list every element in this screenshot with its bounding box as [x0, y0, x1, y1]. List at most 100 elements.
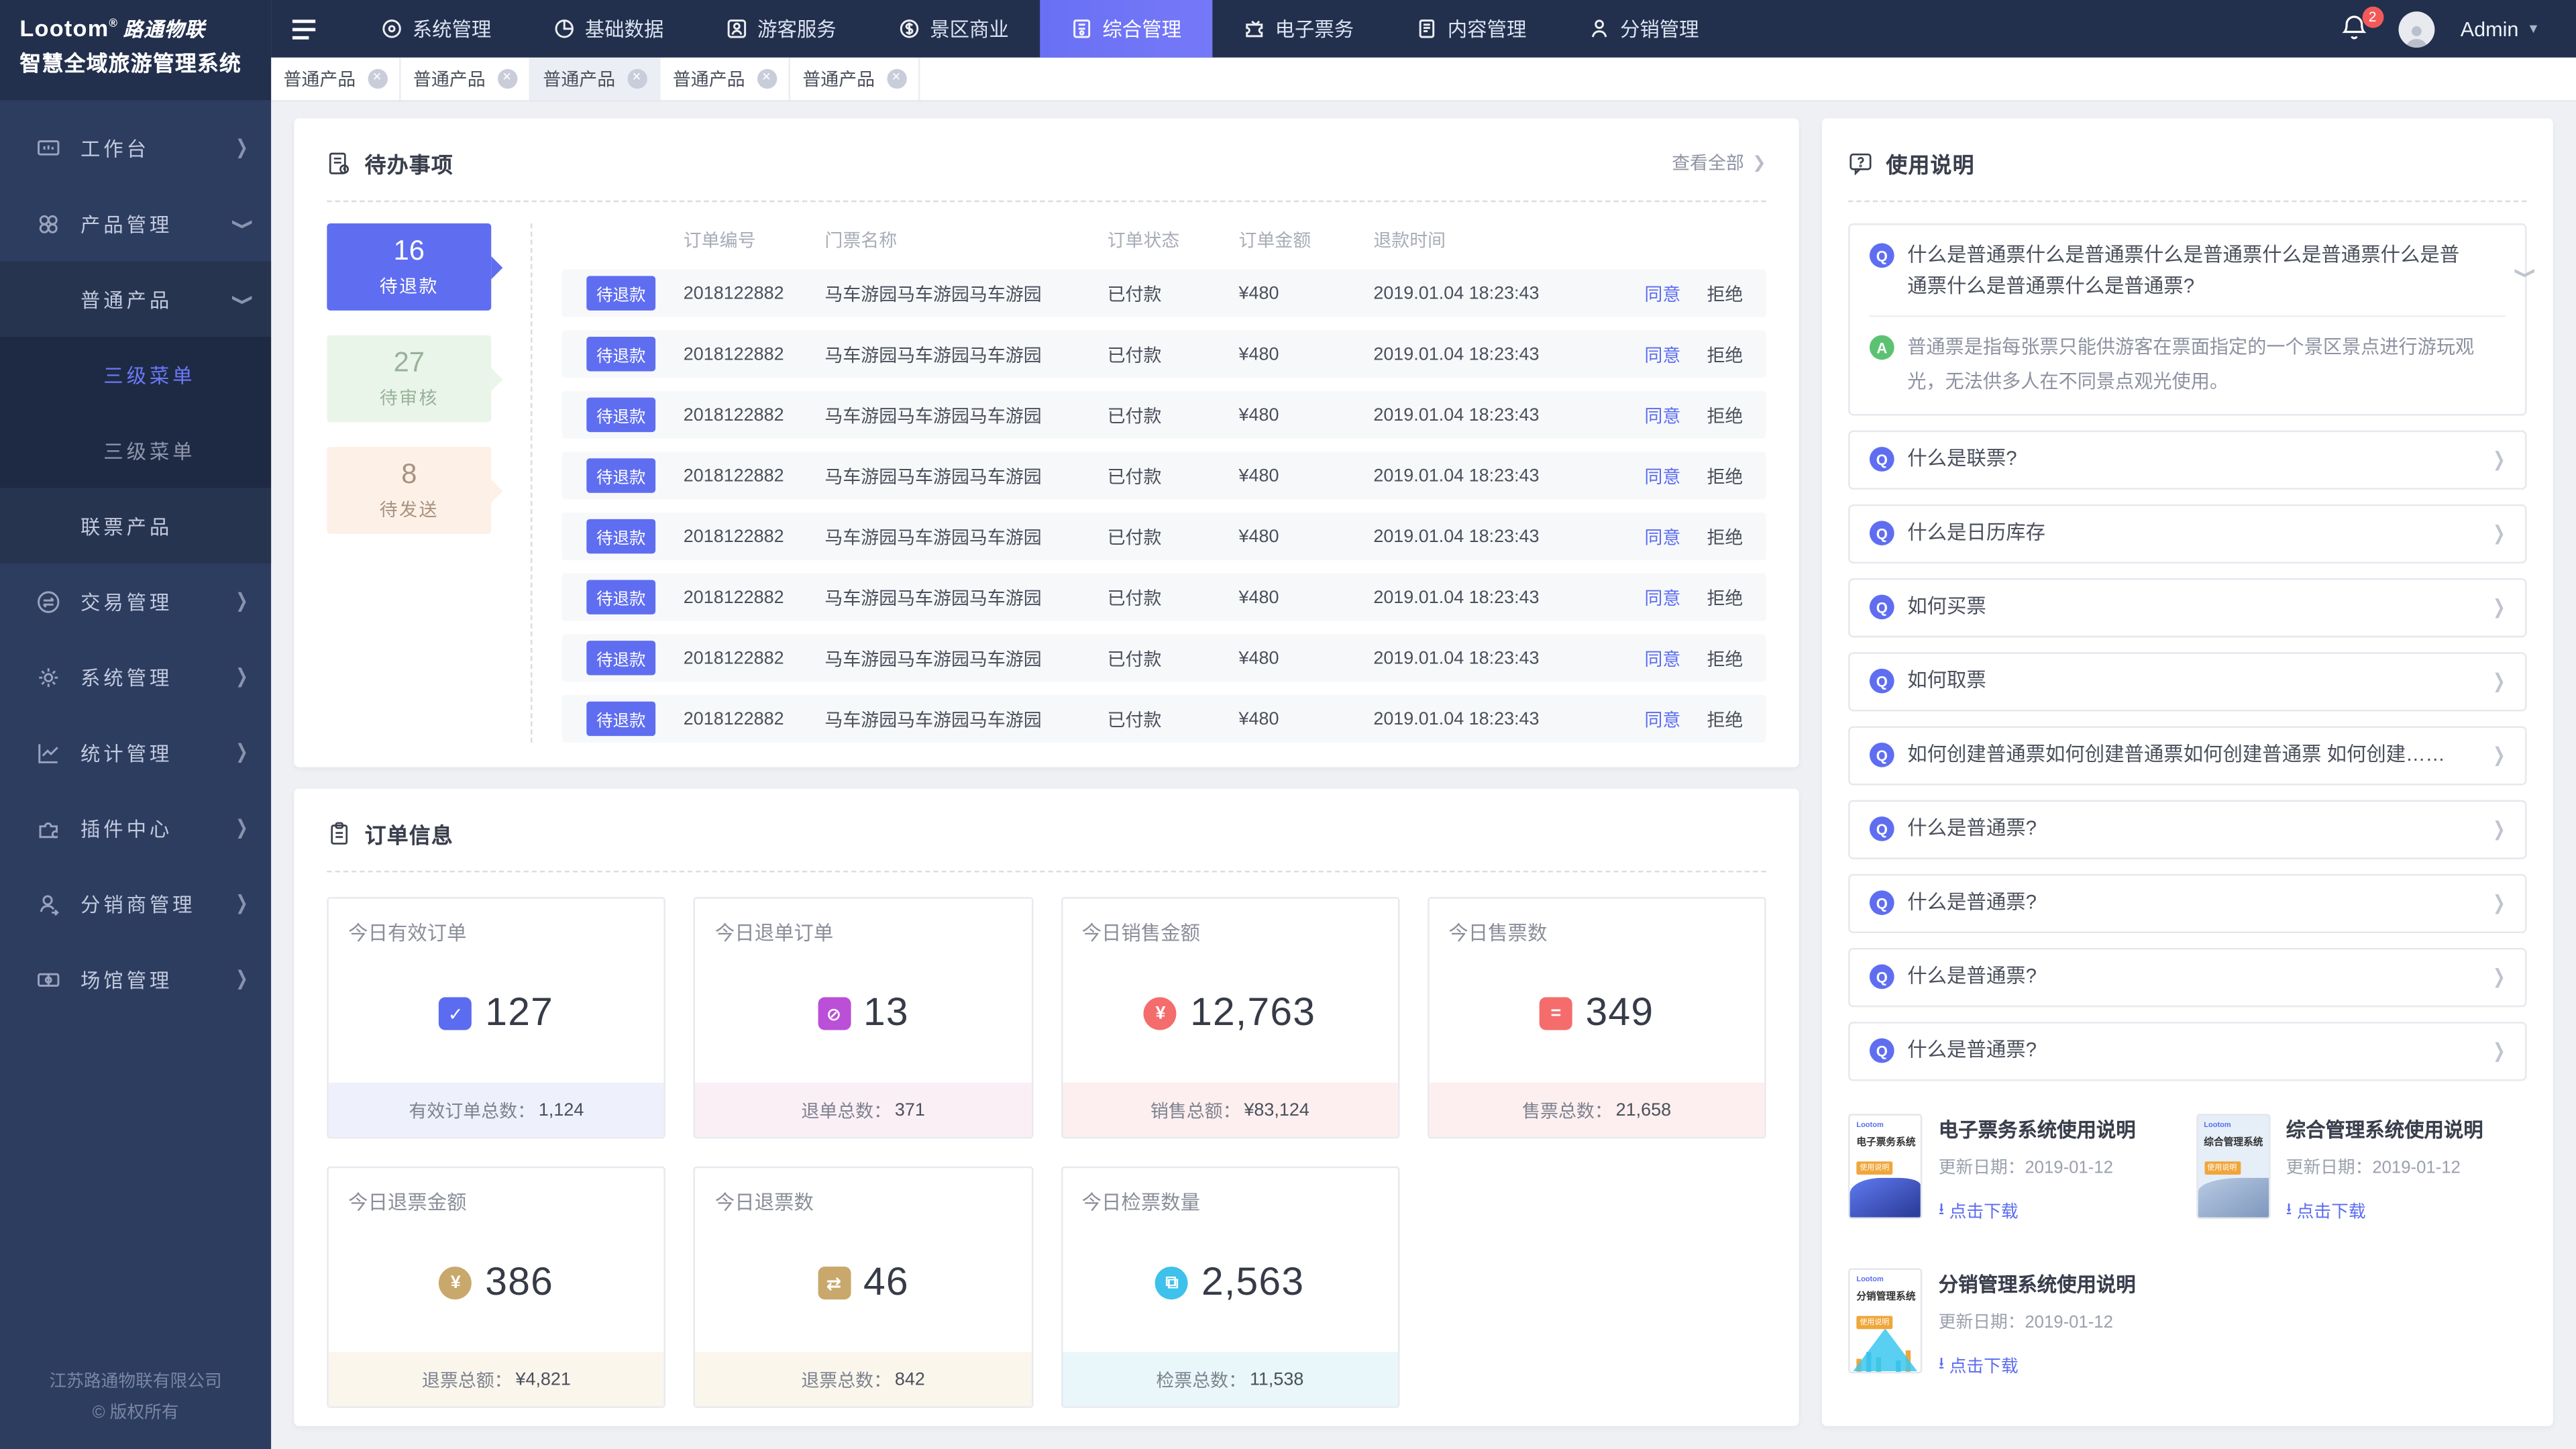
- approve-link[interactable]: 同意: [1644, 341, 1680, 367]
- approve-link[interactable]: 同意: [1644, 523, 1680, 549]
- tab-normal-product-1[interactable]: 普通产品: [271, 58, 400, 101]
- reject-link[interactable]: 拒绝: [1707, 645, 1743, 671]
- help-title: 使用说明: [1886, 147, 1974, 178]
- sidebar-item-joint-ticket-product[interactable]: 联票产品: [0, 488, 271, 564]
- stat-pending-refund[interactable]: 16 待退款: [327, 223, 491, 311]
- chevron-right-icon: ❯: [235, 590, 247, 612]
- faq-item[interactable]: Q 什么是普通票? ❯: [1848, 1021, 2526, 1080]
- faq-item-expanded[interactable]: Q 什么是普通票什么是普通票什么是普通票什么是普通票什么是普通票什么是普通票什么…: [1848, 223, 2526, 415]
- topnav-distribution-management[interactable]: 分销管理: [1558, 0, 1730, 58]
- topnav-content-management[interactable]: 内容管理: [1385, 0, 1558, 58]
- sidebar-item-level3-menu-active[interactable]: 三级菜单: [0, 337, 271, 413]
- close-icon[interactable]: [886, 69, 906, 89]
- topnav-system-management[interactable]: 系统管理: [350, 0, 523, 58]
- faq-item[interactable]: Q 什么是普通票? ❯: [1848, 873, 2526, 932]
- question-icon: Q: [1870, 891, 1894, 916]
- chevron-right-icon: ❯: [235, 968, 247, 989]
- faq-item[interactable]: Q 什么是普通票? ❯: [1848, 947, 2526, 1006]
- sidebar-item-distributor-management[interactable]: 分销商管理❯: [0, 866, 271, 942]
- approve-link[interactable]: 同意: [1644, 584, 1680, 610]
- faq-item[interactable]: Q 什么是普通票? ❯: [1848, 800, 2526, 859]
- question-icon: Q: [1870, 816, 1894, 841]
- chevron-down-icon[interactable]: ❯: [2463, 267, 2534, 279]
- approve-link[interactable]: 同意: [1644, 645, 1680, 671]
- table-row: 待退款 2018122882 马车游园马车游园马车游园 已付款 ¥480 201…: [562, 270, 1766, 317]
- topbar: 系统管理 基础数据 游客服务 景区商业 综合管理 电子票务: [271, 0, 2576, 58]
- trade-icon: [36, 589, 61, 614]
- sidebar-item-product-management[interactable]: 产品管理❯: [0, 186, 271, 262]
- stat-pending-review[interactable]: 27 待审核: [327, 335, 491, 423]
- notifications-bell-icon[interactable]: 2: [2339, 12, 2371, 45]
- topnav-basic-data[interactable]: 基础数据: [523, 0, 695, 58]
- sidebar-item-trade-management[interactable]: 交易管理❯: [0, 564, 271, 639]
- faq-item[interactable]: Q 如何买票 ❯: [1848, 578, 2526, 637]
- hamburger-menu-icon[interactable]: [271, 0, 337, 58]
- stat-card-tickets-sold[interactable]: 今日售票数 =349 售票总数：21,658: [1428, 897, 1766, 1138]
- reject-link[interactable]: 拒绝: [1707, 402, 1743, 428]
- settings-icon: [381, 18, 402, 40]
- stat-card-tickets-refunded[interactable]: 今日退票数 ⇄46 退票总数：842: [694, 1167, 1032, 1408]
- tab-normal-product-5[interactable]: 普通产品: [790, 58, 920, 101]
- stat-card-valid-orders[interactable]: 今日有效订单 ✓127 有效订单总数：1,124: [327, 897, 665, 1138]
- approve-link[interactable]: 同意: [1644, 402, 1680, 428]
- approve-link[interactable]: 同意: [1644, 462, 1680, 488]
- close-icon[interactable]: [497, 69, 517, 89]
- left-column: 待办事项 查看全部❯ 16 待退款 27 待审核: [294, 118, 1799, 1426]
- view-all-link[interactable]: 查看全部❯: [1672, 150, 1766, 176]
- download-link[interactable]: ⭳点击下载: [2286, 1197, 2483, 1225]
- table-header: 订单编号 门票名称 订单状态 订单金额 退款时间: [562, 223, 1766, 256]
- topnav-scenic-commerce[interactable]: 景区商业: [867, 0, 1040, 58]
- download-link[interactable]: ⭳点击下载: [1939, 1352, 2136, 1380]
- stat-pending-send[interactable]: 8 待发送: [327, 447, 491, 534]
- manual-thumbnail: Lootom 电子票务系统 使用说明: [1848, 1113, 1922, 1218]
- close-icon[interactable]: [367, 69, 386, 89]
- approve-link[interactable]: 同意: [1644, 706, 1680, 732]
- faq-item[interactable]: Q 什么是联票? ❯: [1848, 430, 2526, 489]
- stat-card-ticket-refund-amount[interactable]: 今日退票金额 ¥386 退票总额：¥4,821: [327, 1167, 665, 1408]
- topnav-e-ticketing[interactable]: 电子票务: [1213, 0, 1385, 58]
- reject-link[interactable]: 拒绝: [1707, 523, 1743, 549]
- faq-item[interactable]: Q 如何创建普通票如何创建普通票如何创建普通票 如何创建…… ❯: [1848, 726, 2526, 785]
- manual-title: 综合管理系统使用说明: [2286, 1115, 2483, 1143]
- sidebar-item-workbench[interactable]: 工作台❯: [0, 110, 271, 186]
- chevron-right-icon: ❯: [2492, 598, 2504, 619]
- tab-normal-product-3-active[interactable]: 普通产品: [531, 58, 660, 101]
- right-column: 使用说明 Q 什么是普通票什么是普通票什么是普通票什么是普通票什么是普通票什么是…: [1822, 118, 2553, 1426]
- reject-link[interactable]: 拒绝: [1707, 341, 1743, 367]
- close-icon[interactable]: [627, 69, 646, 89]
- sidebar-item-level3-menu[interactable]: 三级菜单: [0, 413, 271, 488]
- topnav-integrated-management[interactable]: 综合管理: [1040, 0, 1212, 58]
- sidebar-item-venue-management[interactable]: 场馆管理❯: [0, 941, 271, 1017]
- topnav-visitor-service[interactable]: 游客服务: [695, 0, 867, 58]
- refund-order-icon: ⊘: [817, 998, 850, 1030]
- tab-normal-product-4[interactable]: 普通产品: [660, 58, 790, 101]
- main-content: 待办事项 查看全部❯ 16 待退款 27 待审核: [271, 100, 2576, 1449]
- close-icon[interactable]: [757, 69, 776, 89]
- tab-normal-product-2[interactable]: 普通产品: [401, 58, 531, 101]
- reject-link[interactable]: 拒绝: [1707, 462, 1743, 488]
- todo-card-header: 待办事项 查看全部❯: [327, 142, 1766, 184]
- divider: [531, 223, 532, 743]
- avatar[interactable]: [2398, 11, 2434, 47]
- faq-item[interactable]: Q 什么是日历库存 ❯: [1848, 504, 2526, 563]
- order-info-card: 订单信息 今日有效订单 ✓127 有效订单总数：1,124 今日退单订单 ⊘13…: [294, 789, 1799, 1426]
- thumbnail-illustration: [2198, 1177, 2268, 1217]
- faq-item[interactable]: Q 如何取票 ❯: [1848, 651, 2526, 710]
- table-row: 待退款 2018122882 马车游园马车游园马车游园 已付款 ¥480 201…: [562, 574, 1766, 621]
- user-menu[interactable]: Admin ▼: [2461, 17, 2540, 40]
- stat-card-sales-amount[interactable]: 今日销售金额 ¥12,763 销售总额：¥83,124: [1061, 897, 1399, 1138]
- reject-link[interactable]: 拒绝: [1707, 280, 1743, 307]
- sidebar-item-plugin-center[interactable]: 插件中心❯: [0, 790, 271, 866]
- reject-link[interactable]: 拒绝: [1707, 706, 1743, 732]
- sidebar-item-normal-product[interactable]: 普通产品❯: [0, 261, 271, 337]
- reject-link[interactable]: 拒绝: [1707, 584, 1743, 610]
- stat-card-refund-orders[interactable]: 今日退单订单 ⊘13 退单总数：371: [694, 897, 1032, 1138]
- sidebar-item-statistics-management[interactable]: 统计管理❯: [0, 714, 271, 790]
- stat-card-tickets-checked[interactable]: 今日检票数量 ⧉2,563 检票总数：11,538: [1061, 1167, 1399, 1408]
- download-link[interactable]: ⭳点击下载: [1939, 1197, 2136, 1225]
- chevron-right-icon: ❯: [235, 137, 247, 158]
- status-badge: 待退款: [586, 276, 655, 310]
- approve-link[interactable]: 同意: [1644, 280, 1680, 307]
- sidebar-item-system-management[interactable]: 系统管理❯: [0, 639, 271, 715]
- status-badge: 待退款: [586, 519, 655, 553]
